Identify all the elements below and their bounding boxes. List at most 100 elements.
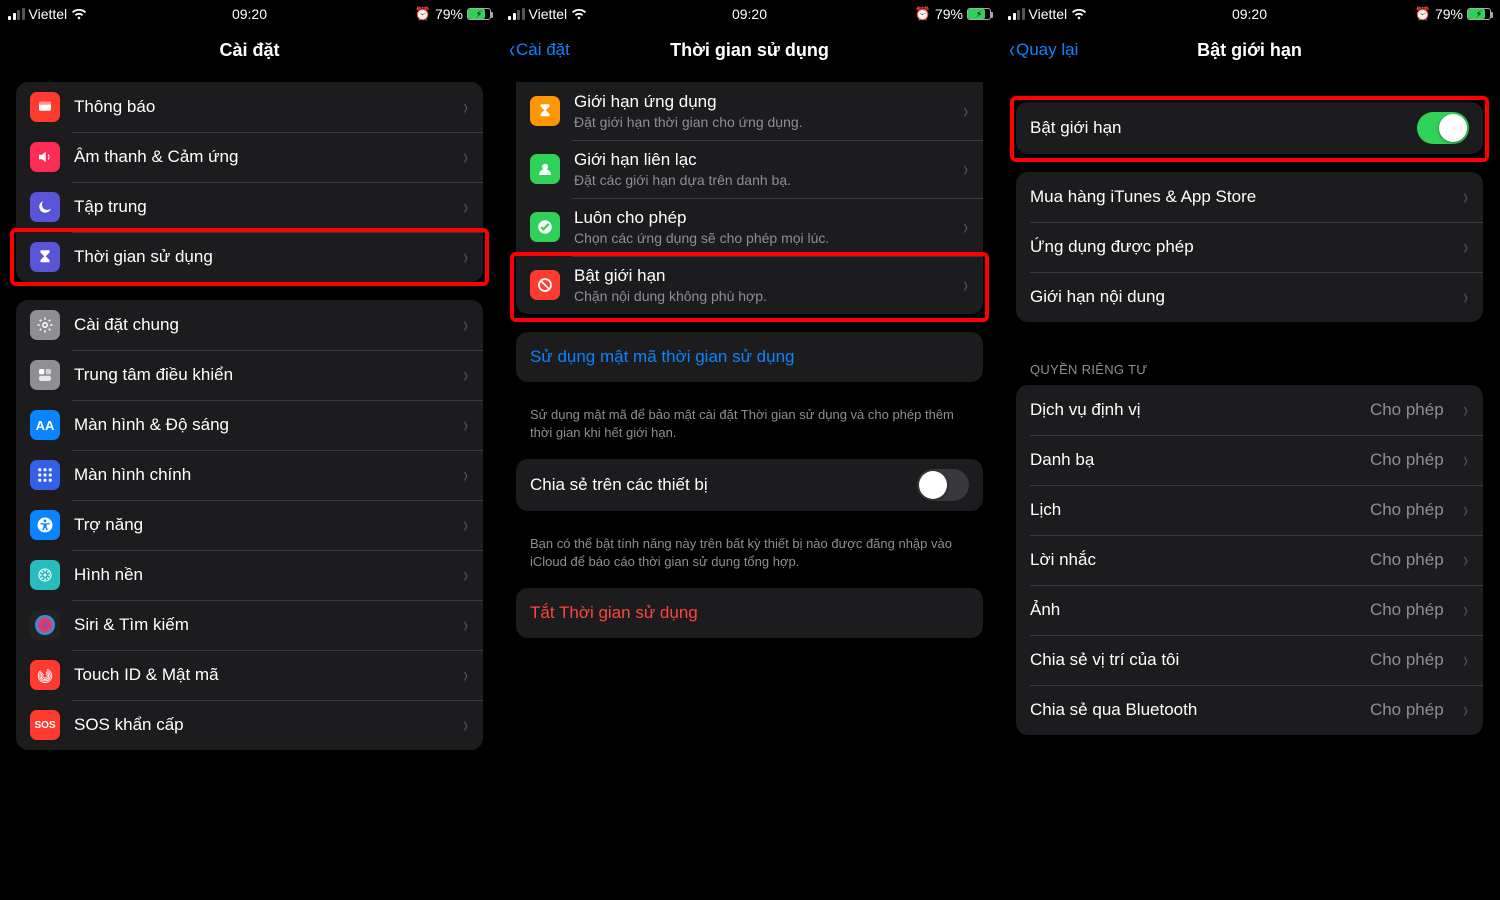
list-item[interactable]: Chia sẻ qua BluetoothCho phép› bbox=[1016, 685, 1483, 735]
chevron-right-icon: › bbox=[463, 362, 467, 388]
list-item[interactable]: Hình nền› bbox=[16, 550, 483, 600]
moon-icon bbox=[30, 192, 60, 222]
list-item[interactable]: Giới hạn liên lạcĐặt các giới hạn dựa tr… bbox=[516, 140, 983, 198]
use-screentime-passcode-button[interactable]: Sử dụng mật mã thời gian sử dụng bbox=[516, 332, 983, 382]
screen-settings-root: Viettel 09:20 ⏰ 79% ⚡︎ Cài đặt Thông báo… bbox=[0, 0, 500, 900]
chevron-right-icon: › bbox=[463, 412, 467, 438]
screentime-list[interactable]: Giới hạn ứng dụngĐặt giới hạn thời gian … bbox=[500, 72, 999, 900]
item-label: Trung tâm điều khiển bbox=[74, 365, 448, 385]
list-item[interactable]: AA Màn hình & Độ sáng › bbox=[16, 400, 483, 450]
list-item[interactable]: Giới hạn nội dung› bbox=[1016, 272, 1483, 322]
item-label: Touch ID & Mật mã bbox=[74, 665, 448, 685]
turn-off-screentime-button[interactable]: Tắt Thời gian sử dụng bbox=[516, 588, 983, 638]
carrier-label: Viettel bbox=[29, 6, 68, 22]
list-item[interactable]: Thông báo › bbox=[16, 82, 483, 132]
chevron-right-icon: › bbox=[463, 194, 467, 220]
list-item[interactable]: Touch ID & Mật mã› bbox=[16, 650, 483, 700]
restrictions-list[interactable]: Bật giới hạn Mua hàng iTunes & App Store… bbox=[1000, 72, 1499, 900]
list-item[interactable]: Siri & Tìm kiếm› bbox=[16, 600, 483, 650]
battery-icon: ⚡︎ bbox=[1467, 8, 1491, 20]
item-label: Mua hàng iTunes & App Store bbox=[1030, 187, 1448, 207]
always-allowed-icon bbox=[530, 212, 560, 242]
battery-pct: 79% bbox=[935, 6, 963, 22]
item-label: Giới hạn nội dung bbox=[1030, 287, 1448, 307]
home-screen-icon bbox=[30, 460, 60, 490]
share-across-devices-row[interactable]: Chia sẻ trên các thiết bị bbox=[516, 459, 983, 511]
share-label: Chia sẻ trên các thiết bị bbox=[530, 475, 903, 495]
chevron-right-icon: › bbox=[1463, 497, 1467, 523]
chevron-right-icon: › bbox=[963, 214, 967, 240]
item-label: Màn hình chính bbox=[74, 465, 448, 485]
chevron-right-icon: › bbox=[1463, 697, 1467, 723]
item-value: Cho phép bbox=[1370, 700, 1444, 720]
no-entry-icon bbox=[530, 270, 560, 300]
sos-icon: SOS bbox=[30, 710, 60, 740]
item-label: Luôn cho phép bbox=[574, 208, 948, 228]
chevron-right-icon: › bbox=[1463, 547, 1467, 573]
list-item[interactable]: SOSSOS khẩn cấp› bbox=[16, 700, 483, 750]
chevron-right-icon: › bbox=[1463, 397, 1467, 423]
enable-restrictions-label: Bật giới hạn bbox=[1030, 118, 1403, 138]
page-title: Thời gian sử dụng bbox=[670, 40, 829, 61]
gear-icon bbox=[30, 310, 60, 340]
list-item[interactable]: Lịch Cho phép › bbox=[1016, 485, 1483, 535]
list-item[interactable]: Trung tâm điều khiển › bbox=[16, 350, 483, 400]
list-item[interactable]: Luôn cho phépChọn các ứng dụng sẽ cho ph… bbox=[516, 198, 983, 256]
item-value: Cho phép bbox=[1370, 450, 1444, 470]
chevron-right-icon: › bbox=[1463, 184, 1467, 210]
share-toggle[interactable] bbox=[917, 469, 969, 501]
list-item[interactable]: Dịch vụ định vịCho phép› bbox=[1016, 385, 1483, 435]
item-value: Cho phép bbox=[1370, 550, 1444, 570]
item-label: SOS khẩn cấp bbox=[74, 715, 448, 735]
list-item[interactable]: Lời nhắcCho phép› bbox=[1016, 535, 1483, 585]
enable-restrictions-row[interactable]: Bật giới hạn bbox=[1016, 102, 1483, 154]
battery-icon: ⚡︎ bbox=[467, 8, 491, 20]
chevron-right-icon: › bbox=[463, 244, 467, 270]
status-bar: Viettel 09:20 ⏰ 79% ⚡︎ bbox=[500, 0, 999, 28]
list-item[interactable]: Tập trung› bbox=[16, 182, 483, 232]
back-button[interactable]: ‹ Cài đặt bbox=[508, 38, 570, 62]
battery-pct: 79% bbox=[1435, 6, 1463, 22]
item-label: Thông báo bbox=[74, 97, 448, 117]
chevron-right-icon: › bbox=[463, 312, 467, 338]
chevron-right-icon: › bbox=[463, 512, 467, 538]
alarm-icon: ⏰ bbox=[415, 6, 431, 22]
list-item[interactable]: Cài đặt chung › bbox=[16, 300, 483, 350]
list-item[interactable]: Chia sẻ vị trí của tôiCho phép› bbox=[1016, 635, 1483, 685]
nav-bar: ‹ Cài đặt Thời gian sử dụng bbox=[500, 28, 999, 72]
screen-screentime: Viettel 09:20 ⏰ 79% ⚡︎ ‹ Cài đặt Thời gi… bbox=[500, 0, 1000, 900]
item-label: Màn hình & Độ sáng bbox=[74, 415, 448, 435]
passcode-hint: Sử dụng mật mã để bảo mật cài đặt Thời g… bbox=[516, 400, 983, 441]
signal-icon bbox=[8, 8, 25, 20]
chevron-right-icon: › bbox=[463, 562, 467, 588]
chevron-right-icon: › bbox=[963, 98, 967, 124]
list-item[interactable]: Thời gian sử dụng› bbox=[16, 232, 483, 282]
list-item[interactable]: Mua hàng iTunes & App Store › bbox=[1016, 172, 1483, 222]
enable-restrictions-toggle[interactable] bbox=[1417, 112, 1469, 144]
back-button[interactable]: ‹ Quay lại bbox=[1008, 38, 1078, 62]
item-value: Cho phép bbox=[1370, 500, 1444, 520]
item-label: Lịch bbox=[1030, 500, 1356, 520]
list-item[interactable]: Bật giới hạnChặn nội dung không phù hợp.… bbox=[516, 256, 983, 314]
item-label: Cài đặt chung bbox=[74, 315, 448, 335]
chevron-right-icon: › bbox=[463, 612, 467, 638]
list-item[interactable]: ẢnhCho phép› bbox=[1016, 585, 1483, 635]
list-item[interactable]: Âm thanh & Cảm ứng› bbox=[16, 132, 483, 182]
privacy-header: QUYỀN RIÊNG TƯ bbox=[1016, 340, 1483, 385]
list-item[interactable]: Danh bạCho phép› bbox=[1016, 435, 1483, 485]
list-item[interactable]: Ứng dụng được phép› bbox=[1016, 222, 1483, 272]
wifi-icon bbox=[71, 8, 87, 20]
item-label: Trợ năng bbox=[74, 515, 448, 535]
item-label: Chia sẻ vị trí của tôi bbox=[1030, 650, 1356, 670]
list-item[interactable]: Màn hình chính› bbox=[16, 450, 483, 500]
display-icon: AA bbox=[30, 410, 60, 440]
chevron-right-icon: › bbox=[463, 94, 467, 120]
settings-list[interactable]: Thông báo›Âm thanh & Cảm ứng›Tập trung›T… bbox=[0, 72, 499, 900]
list-item[interactable]: Trợ năng › bbox=[16, 500, 483, 550]
turn-off-label: Tắt Thời gian sử dụng bbox=[530, 603, 969, 623]
passcode-label: Sử dụng mật mã thời gian sử dụng bbox=[530, 347, 969, 367]
item-sublabel: Đặt các giới hạn dựa trên danh bạ. bbox=[574, 172, 948, 188]
status-bar: Viettel 09:20 ⏰ 79% ⚡︎ bbox=[1000, 0, 1499, 28]
list-item[interactable]: Giới hạn ứng dụngĐặt giới hạn thời gian … bbox=[516, 82, 983, 140]
control-center-icon bbox=[30, 360, 60, 390]
